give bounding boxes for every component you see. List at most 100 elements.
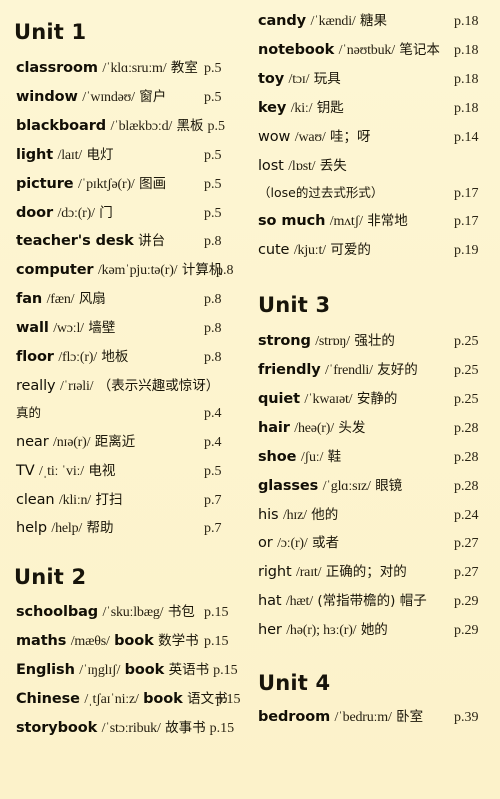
entry-translation: 卧室 — [396, 709, 424, 726]
entry-translation: 糖果 — [360, 13, 388, 29]
entry-body: his /hɪz/ 他的 — [258, 506, 450, 524]
entry-translation: 地板 — [101, 349, 129, 366]
vocab-entry: classroom /ˈklɑːsruːm/ 教室 p.5 — [14, 59, 250, 77]
vocab-entry: hair /heə(r)/ 头发 p.28 — [258, 419, 500, 437]
entry-body: （lose的过去式形式） — [258, 184, 450, 202]
vocab-entry: door /dɔː(r)/ 门 p.5 — [14, 204, 250, 222]
vocab-entry: or /ɔː(r)/ 或者 p.27 — [258, 534, 500, 552]
entry-page-number: p.15 — [204, 605, 229, 621]
entry-page-number: p.5 — [204, 61, 222, 76]
vocab-entry: fan /fæn/ 风扇 p.8 — [14, 290, 250, 308]
entry-word: her — [258, 622, 282, 639]
entry-translation: 电灯 — [86, 146, 114, 163]
entry-ipa: /ˈglɑːsɪz/ — [322, 478, 371, 494]
entry-page-number: p.5 — [207, 118, 226, 134]
entry-word: toy — [258, 70, 285, 87]
entry-word: classroom — [16, 60, 98, 76]
entry-word: Chinese — [16, 691, 80, 708]
entry-body: friendly /ˈfrendli/ 友好的 — [258, 361, 450, 379]
entry-word: floor — [16, 349, 54, 366]
entry-translation: 头发 — [338, 419, 366, 436]
entry-word: light — [16, 146, 54, 163]
entry-ipa: /ˌtʃaɪˈniːz/ — [84, 692, 139, 708]
entry-page-number: p.8 — [204, 321, 222, 337]
entry-body: key /kiː/ 钥匙 — [258, 99, 450, 117]
entry-ipa: /ˈbedruːm/ — [334, 710, 392, 726]
entry-body: near /nɪə(r)/ 距离近 — [16, 433, 200, 451]
entry-translation: 丢失 — [319, 157, 347, 174]
entry-page-number: p.18 — [454, 42, 479, 58]
entry-word: strong — [258, 333, 311, 350]
entry-translation: 钥匙 — [316, 99, 344, 116]
entry-translation: 可爱的 — [330, 242, 371, 259]
entry-page-number: p.8 — [204, 234, 222, 250]
entry-translation: 哇；呀 — [330, 128, 371, 145]
entry-word: wall — [16, 320, 49, 337]
entry-body: toy /tɔɪ/ 玩具 — [258, 70, 450, 88]
entry-ipa: /mʌtʃ/ — [329, 214, 363, 230]
vocab-entry: cute /kjuːt/ 可爱的 p.19 — [258, 241, 500, 259]
entry-word-suffix: book — [124, 662, 165, 679]
entry-word: computer — [16, 262, 94, 279]
entry-word: teacher's desk — [16, 233, 134, 250]
entry-page-number: p.4 — [204, 406, 222, 422]
entry-word: cute — [258, 242, 290, 259]
entry-word: quiet — [258, 390, 300, 407]
entry-ipa: /ˈɪŋglɪʃ/ — [79, 663, 121, 679]
entry-page-number: p.28 — [454, 478, 479, 494]
entry-ipa: /ˈnəʊtbuk/ — [338, 42, 395, 58]
entry-ipa: /dɔː(r)/ — [57, 205, 95, 221]
entry-translation: 书包 — [167, 604, 195, 621]
entry-translation: 门 — [99, 204, 113, 221]
entry-ipa: /kəmˈpjuːtə(r)/ — [97, 263, 178, 279]
entry-line-secondary: 真的 p.4 — [16, 404, 250, 422]
entry-body: storybook /ˈstɔːribuk/ 故事书 — [16, 719, 206, 737]
entry-ipa: /fæn/ — [46, 292, 75, 308]
entry-translation: 安静的 — [356, 390, 398, 407]
entry-translation: 距离近 — [94, 433, 136, 450]
entry-translation: 教室 — [170, 60, 198, 76]
entry-ipa: /laɪt/ — [57, 147, 83, 163]
entry-page-number: p.17 — [454, 185, 479, 201]
unit-heading-1: Unit 1 — [14, 20, 87, 44]
vocab-entry: strong /strɒŋ/ 强壮的 p.25 — [258, 332, 500, 350]
entry-body: notebook /ˈnəʊtbuk/ 笔记本 — [258, 41, 450, 59]
entry-ipa: /ˈklɑːsruːm/ — [102, 61, 167, 76]
vocab-entry: help /help/ 帮助 p.7 — [14, 519, 250, 537]
entry-translation: 他的 — [311, 506, 339, 523]
vocab-entry: really /ˈrɪəli/ （表示兴趣或惊讶） 真的 p.4 — [14, 377, 250, 423]
entry-word: clean — [16, 491, 55, 508]
entry-page-number: p.17 — [454, 214, 479, 230]
entry-page-number: p.5 — [204, 463, 222, 479]
entry-line-primary: lost /lɒst/ 丢失 — [258, 157, 500, 175]
vocab-entry: English /ˈɪŋglɪʃ/ book 英语书 p.15 — [14, 661, 250, 679]
entry-ipa: /mæθs/ — [70, 634, 110, 650]
vocab-entry: near /nɪə(r)/ 距离近 p.4 — [14, 433, 250, 451]
entry-ipa: /kjuːt/ — [293, 243, 326, 259]
entry-word: or — [258, 535, 273, 552]
vocab-entry: light /laɪt/ 电灯 p.5 — [14, 146, 250, 164]
vocab-entry: clean /kliːn/ 打扫 p.7 — [14, 491, 250, 509]
entry-body: her /hə(r); hɜː(r)/ 她的 — [258, 621, 450, 639]
entry-page-number: p.5 — [204, 147, 222, 163]
entry-list-unit2-continued: candy /ˈkændi/ 糖果 p.18 notebook /ˈnəʊtbuk/… — [258, 12, 500, 259]
vocab-entry: teacher's desk 讲台 p.8 — [14, 232, 250, 250]
entry-page-number: p.39 — [454, 710, 479, 726]
entry-page-number: p.4 — [204, 434, 222, 450]
entry-ipa: /ˈrɪəli/ — [59, 378, 94, 394]
unit-heading-3: Unit 3 — [258, 293, 331, 318]
vocab-entry: bedroom /ˈbedruːm/ 卧室 p.39 — [258, 708, 500, 726]
entry-translation: 她的 — [360, 622, 388, 639]
left-column: Unit 1 classroom /ˈklɑːsruːm/ 教室 p.5 windo… — [0, 0, 250, 799]
entry-translation: 打扫 — [95, 491, 123, 508]
entry-ipa: /ˈkwaɪət/ — [304, 391, 353, 407]
entry-ipa: /ˈblækbɔːd/ — [110, 118, 173, 134]
entry-page-number: p.28 — [454, 449, 479, 465]
entry-page-number: p.7 — [204, 521, 222, 537]
entry-page-number: p.25 — [454, 334, 479, 350]
entry-ipa: /ˈkændi/ — [310, 14, 356, 29]
entry-ipa: /tɔɪ/ — [288, 71, 310, 87]
entry-word: bedroom — [258, 709, 331, 726]
entry-ipa: /hɪz/ — [282, 507, 307, 523]
entry-ipa: /kiː/ — [290, 100, 313, 116]
